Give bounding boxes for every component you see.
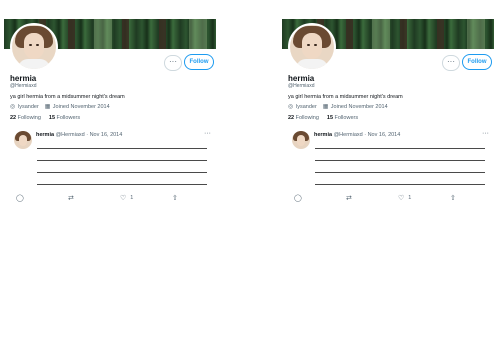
following-link[interactable]: 22 Following [288,115,319,121]
tweet-header: hermia @Hermiaxd · Nov 16, 2014 [36,132,122,138]
following-link[interactable]: 22 Following [10,115,41,121]
location-pin-icon: ◎ [288,104,294,110]
tweet-more-button[interactable]: ··· [482,130,489,137]
profile-bio: ya girl hermia from a midsummer night's … [288,94,403,100]
profile-joined: Joined November 2014 [52,104,110,110]
tweet-author-name[interactable]: hermia [314,132,332,138]
like-button[interactable]: ♡ 1 [398,194,438,202]
tweet-actions: ◯ ⇄ ♡ 1 ⇧ [294,192,490,204]
followers-link[interactable]: 15 Followers [49,115,80,121]
retweet-icon: ⇄ [68,195,74,202]
follow-button[interactable]: Follow [184,54,214,70]
retweet-button[interactable]: ⇄ [68,194,108,202]
profile-meta: ◎ lysander ▦ Joined November 2014 [10,104,110,110]
tweet-text-placeholder [37,148,207,196]
tweet-avatar[interactable] [14,131,32,149]
heart-icon: ♡ [398,195,405,202]
share-icon: ⇧ [172,195,178,202]
profile-meta: ◎ lysander ▦ Joined November 2014 [288,104,388,110]
profile-name: hermia [10,74,37,83]
retweet-button[interactable]: ⇄ [346,194,386,202]
retweet-icon: ⇄ [346,195,352,202]
profile-bio: ya girl hermia from a midsummer night's … [10,94,125,100]
profile-avatar[interactable] [10,23,58,71]
profile-name: hermia [288,74,315,83]
tweet-more-button[interactable]: ··· [204,130,211,137]
reply-icon: ◯ [294,195,302,202]
profile-handle: @Hermiaxd [288,83,315,89]
reply-button[interactable]: ◯ [294,194,334,202]
heart-icon: ♡ [120,195,127,202]
calendar-icon: ▦ [322,104,329,110]
follow-button[interactable]: Follow [462,54,492,70]
tweet-avatar[interactable] [292,131,310,149]
tweet-text-placeholder [315,148,485,196]
profile-location: lysander [18,104,39,110]
calendar-icon: ▦ [44,104,51,110]
share-button[interactable]: ⇧ [172,194,212,202]
profile-avatar[interactable] [288,23,336,71]
reply-button[interactable]: ◯ [16,194,56,202]
profile-joined: Joined November 2014 [330,104,388,110]
like-count: 1 [130,195,134,201]
tweet-header: hermia @Hermiaxd · Nov 16, 2014 [314,132,400,138]
more-options-button[interactable]: ··· [164,55,182,71]
reply-icon: ◯ [16,195,24,202]
profile-location: lysander [296,104,317,110]
location-pin-icon: ◎ [10,104,16,110]
profile-card-left: ··· Follow hermia @Hermiaxd ya girl herm… [4,0,226,210]
followers-link[interactable]: 15 Followers [327,115,358,121]
profile-handle: @Hermiaxd [10,83,37,89]
share-icon: ⇧ [450,195,456,202]
tweet-handle-date: @Hermiaxd · Nov 16, 2014 [55,132,123,138]
profile-counts: 22 Following 15 Followers [288,115,358,121]
like-button[interactable]: ♡ 1 [120,194,160,202]
tweet-author-name[interactable]: hermia [36,132,54,138]
more-options-button[interactable]: ··· [442,55,460,71]
like-count: 1 [408,195,412,201]
profile-card-right: ··· Follow hermia @Hermiaxd ya girl herm… [282,0,500,210]
tweet-handle-date: @Hermiaxd · Nov 16, 2014 [333,132,401,138]
profile-counts: 22 Following 15 Followers [10,115,80,121]
tweet-actions: ◯ ⇄ ♡ 1 ⇧ [16,192,212,204]
share-button[interactable]: ⇧ [450,194,490,202]
